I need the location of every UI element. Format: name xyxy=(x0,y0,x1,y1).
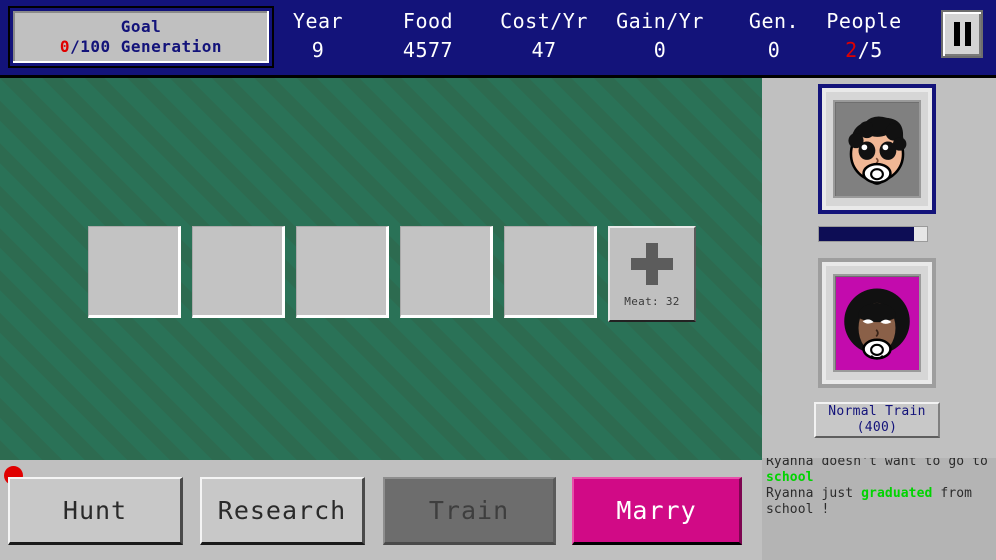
pause-icon xyxy=(953,22,960,46)
stat-year-value: 9 xyxy=(311,38,325,62)
stat-gain-label: Gain/Yr xyxy=(616,9,704,33)
inventory-slot[interactable] xyxy=(400,226,493,318)
stat-gain-per-year: Gain/Yr 0 xyxy=(602,8,718,63)
log-entry-text: Ryanna just xyxy=(766,485,862,501)
hunt-button-label: Hunt xyxy=(62,496,128,525)
log-entry: Ryanna just graduated from school ! xyxy=(766,486,992,518)
portrait-image-frame xyxy=(833,100,921,198)
stat-people-capacity: /5 xyxy=(857,38,883,62)
game-screen: Goal 0/100 Generation Year 9 Food 4577 C… xyxy=(0,0,996,560)
stat-food-label: Food xyxy=(402,9,454,33)
train-button-disabled: Train xyxy=(383,477,556,545)
hunt-button[interactable]: Hunt xyxy=(8,477,183,545)
baby-face-curly-hair-pacifier-icon xyxy=(848,116,907,185)
top-status-bar: Goal 0/100 Generation Year 9 Food 4577 C… xyxy=(0,0,996,78)
stat-cost-label: Cost/Yr xyxy=(500,9,588,33)
stat-people: People 2/5 xyxy=(804,8,924,63)
stat-food: Food 4577 xyxy=(370,8,486,63)
goal-current-value: 0 xyxy=(59,37,71,56)
action-bar: Hunt Research Train Marry xyxy=(0,460,762,560)
stat-people-value: 2/5 xyxy=(804,37,924,63)
normal-train-button[interactable]: Normal Train (400) xyxy=(814,402,940,438)
stat-year-label: Year xyxy=(292,9,344,33)
portrait-image-frame xyxy=(833,274,921,372)
stat-cost-per-year: Cost/Yr 47 xyxy=(486,8,602,63)
goal-progress-text: 0/100 Generation xyxy=(60,37,222,57)
goal-target-value: /100 Generation xyxy=(70,37,223,56)
stat-year: Year 9 xyxy=(272,8,364,63)
character-portrait[interactable] xyxy=(818,258,936,388)
goal-title: Goal xyxy=(120,17,162,36)
normal-train-label: Normal Train xyxy=(828,404,926,420)
add-meat-button[interactable]: Meat: 32 xyxy=(608,226,696,322)
plus-icon xyxy=(631,242,673,285)
research-button[interactable]: Research xyxy=(200,477,365,545)
character-portrait-selected[interactable] xyxy=(818,84,936,214)
inventory-slot-row: Meat: 32 xyxy=(88,226,696,322)
inventory-slot[interactable] xyxy=(296,226,389,318)
normal-train-cost: (400) xyxy=(856,420,898,435)
log-entry-text: Ryanna doesn't want to go to xyxy=(766,458,988,469)
marry-button-label: Marry xyxy=(616,496,697,525)
research-button-label: Research xyxy=(217,496,347,525)
pause-icon-bar-2 xyxy=(964,22,971,46)
play-field: Meat: 32 xyxy=(0,78,762,460)
log-entry-highlight: graduated xyxy=(861,485,933,501)
character-sidebar: Normal Train (400) xyxy=(762,78,996,460)
train-button-label: Train xyxy=(428,496,510,525)
pause-button[interactable] xyxy=(941,10,983,58)
stat-people-label: People xyxy=(826,9,902,33)
character-progress-fill xyxy=(819,227,915,241)
inventory-slot[interactable] xyxy=(88,226,181,318)
stat-food-value: 4577 xyxy=(402,38,454,62)
stat-cost-value: 47 xyxy=(531,38,557,62)
stat-gain-value: 0 xyxy=(653,38,667,62)
marry-button[interactable]: Marry xyxy=(572,477,742,545)
stat-people-current: 2 xyxy=(845,38,858,62)
meat-count-label: Meat: 32 xyxy=(624,294,680,308)
goal-panel: Goal 0/100 Generation xyxy=(10,8,272,66)
character-progress-bar xyxy=(818,226,928,242)
baby-face-afro-pacifier-icon xyxy=(844,288,910,360)
inventory-slot[interactable] xyxy=(192,226,285,318)
log-entry-highlight: school xyxy=(766,469,814,485)
log-entry: Ryanna doesn't want to go to school xyxy=(766,458,992,486)
event-log-panel: Ryanna doesn't want to go to school Ryan… xyxy=(762,458,996,560)
inventory-slot[interactable] xyxy=(504,226,597,318)
